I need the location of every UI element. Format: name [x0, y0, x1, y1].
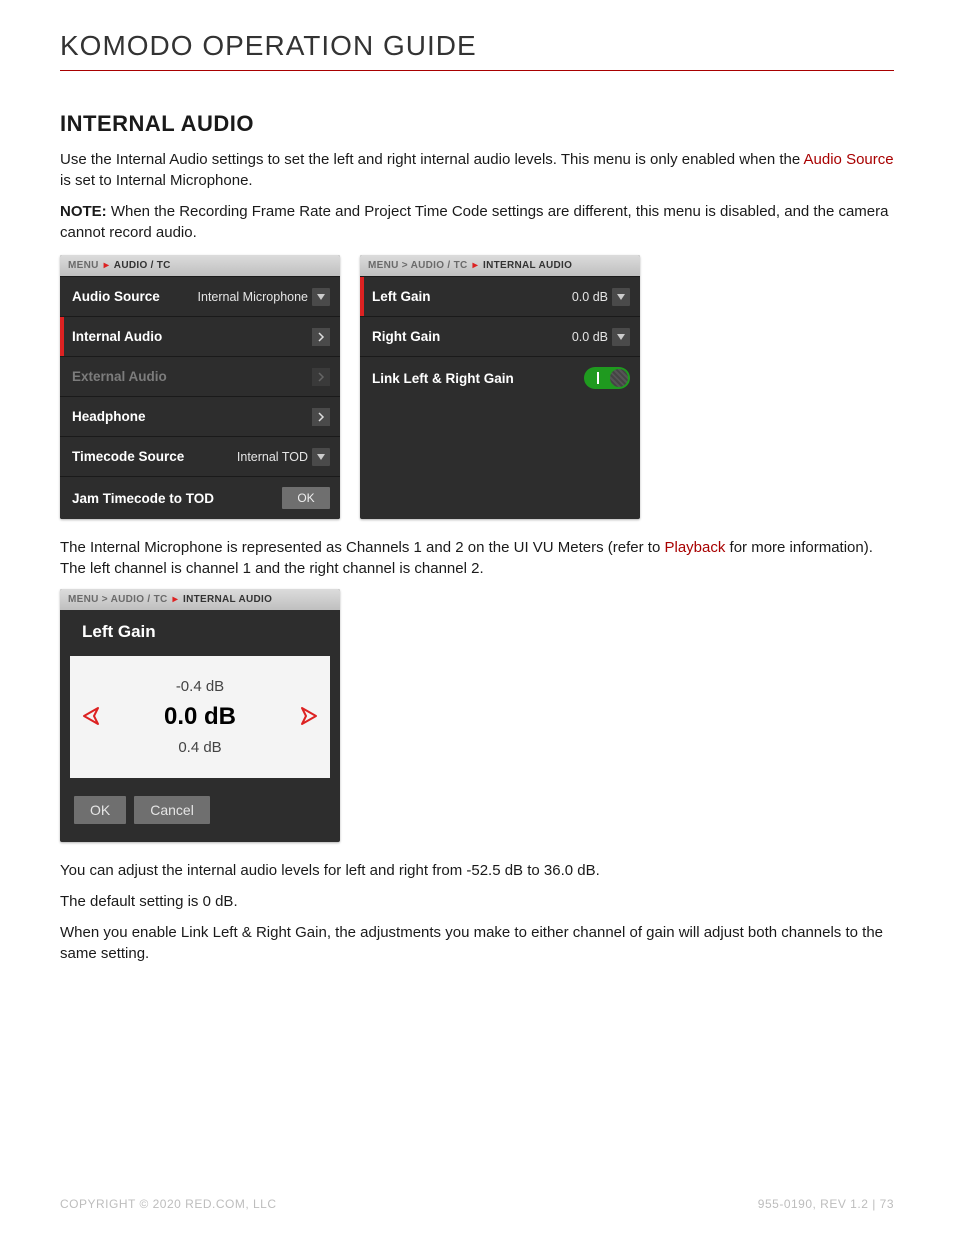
row-label: Audio Source: [72, 289, 160, 304]
link-gain-row[interactable]: Link Left & Right Gain: [360, 356, 640, 399]
ok-button[interactable]: OK: [282, 487, 330, 509]
spinner-values: -0.4 dB 0.0 dB 0.4 dB: [102, 674, 298, 760]
internal-audio-row[interactable]: Internal Audio: [60, 316, 340, 356]
headphone-row[interactable]: Headphone: [60, 396, 340, 436]
row-value: Internal TOD: [237, 448, 330, 466]
row-label: Jam Timecode to TOD: [72, 491, 214, 506]
value-text: Internal TOD: [237, 450, 308, 464]
value-text: 0.0 dB: [572, 290, 608, 304]
internal-audio-panel: MENU > AUDIO / TC ▸ INTERNAL AUDIO Left …: [360, 255, 640, 519]
header-rule: [60, 70, 894, 71]
breadcrumb: MENU > AUDIO / TC ▸ INTERNAL AUDIO: [360, 255, 640, 276]
row-value: 0.0 dB: [572, 328, 630, 346]
row-value: Internal Microphone: [198, 288, 330, 306]
tail-p1: You can adjust the internal audio levels…: [60, 860, 894, 881]
chevron-right-icon: [312, 368, 330, 386]
jam-timecode-row[interactable]: Jam Timecode to TOD OK: [60, 476, 340, 519]
crumb-mid: AUDIO / TC: [111, 594, 168, 605]
menu-panels-row: MENU ▸ AUDIO / TC Audio Source Internal …: [60, 255, 894, 519]
chevron-right-icon: ▸: [473, 260, 478, 271]
mid-paragraph: The Internal Microphone is represented a…: [60, 537, 894, 579]
footer-copyright: COPYRIGHT © 2020 RED.COM, LLC: [60, 1197, 277, 1211]
intro-text-a: Use the Internal Audio settings to set t…: [60, 151, 804, 168]
chevron-right-icon[interactable]: [312, 328, 330, 346]
left-gain-row[interactable]: Left Gain 0.0 dB: [360, 276, 640, 316]
page-footer: COPYRIGHT © 2020 RED.COM, LLC 955-0190, …: [60, 1197, 894, 1211]
gain-spinner: -0.4 dB 0.0 dB 0.4 dB: [70, 656, 330, 778]
dropdown-icon[interactable]: [612, 288, 630, 306]
prev-value: -0.4 dB: [102, 678, 298, 695]
breadcrumb: MENU ▸ AUDIO / TC: [60, 255, 340, 276]
breadcrumb: MENU > AUDIO / TC ▸ INTERNAL AUDIO: [60, 589, 340, 610]
external-audio-row: External Audio: [60, 356, 340, 396]
ok-button[interactable]: OK: [74, 796, 126, 824]
next-value: 0.4 dB: [102, 739, 298, 756]
gain-dialog-actions: OK Cancel: [60, 786, 340, 842]
row-label: Internal Audio: [72, 329, 162, 344]
audio-source-row[interactable]: Audio Source Internal Microphone: [60, 276, 340, 316]
value-text: 0.0 dB: [572, 330, 608, 344]
section-heading: INTERNAL AUDIO: [60, 111, 894, 137]
playback-link[interactable]: Playback: [664, 539, 725, 556]
page-title: KOMODO OPERATION GUIDE: [60, 30, 894, 62]
audio-tc-panel: MENU ▸ AUDIO / TC Audio Source Internal …: [60, 255, 340, 519]
right-gain-row[interactable]: Right Gain 0.0 dB: [360, 316, 640, 356]
dropdown-icon[interactable]: [612, 328, 630, 346]
tail-p3: When you enable Link Left & Right Gain, …: [60, 922, 894, 964]
value-text: Internal Microphone: [198, 290, 308, 304]
sep-text: >: [402, 260, 411, 271]
note-text: When the Recording Frame Rate and Projec…: [60, 203, 888, 241]
footer-page-info: 955-0190, REV 1.2 | 73: [758, 1197, 894, 1211]
gain-dialog-title: Left Gain: [60, 610, 340, 648]
cancel-button[interactable]: Cancel: [134, 796, 210, 824]
dropdown-icon[interactable]: [312, 448, 330, 466]
tail-p2: The default setting is 0 dB.: [60, 891, 894, 912]
note-label: NOTE:: [60, 203, 107, 220]
row-value: 0.0 dB: [572, 288, 630, 306]
note-paragraph: NOTE: When the Recording Frame Rate and …: [60, 201, 894, 243]
dropdown-icon[interactable]: [312, 288, 330, 306]
crumb-leaf: AUDIO / TC: [114, 260, 171, 271]
decrease-arrow-icon[interactable]: [80, 705, 102, 730]
row-label: Left Gain: [372, 289, 431, 304]
increase-arrow-icon[interactable]: [298, 705, 320, 730]
link-gain-toggle[interactable]: [584, 367, 630, 389]
row-label: Right Gain: [372, 329, 440, 344]
crumb-root: MENU: [368, 260, 399, 271]
crumb-root: MENU: [68, 594, 99, 605]
row-label: Timecode Source: [72, 449, 184, 464]
timecode-source-row[interactable]: Timecode Source Internal TOD: [60, 436, 340, 476]
crumb-leaf: INTERNAL AUDIO: [483, 260, 572, 271]
current-value: 0.0 dB: [102, 703, 298, 731]
left-gain-dialog: MENU > AUDIO / TC ▸ INTERNAL AUDIO Left …: [60, 589, 340, 842]
intro-text-b: is set to Internal Microphone.: [60, 172, 253, 189]
crumb-leaf: INTERNAL AUDIO: [183, 594, 272, 605]
sep-text: >: [102, 594, 111, 605]
chevron-right-icon[interactable]: [312, 408, 330, 426]
chevron-right-icon: ▸: [173, 594, 178, 605]
audio-source-link[interactable]: Audio Source: [804, 151, 894, 168]
mid-text-a: The Internal Microphone is represented a…: [60, 539, 664, 556]
crumb-root: MENU: [68, 260, 99, 271]
chevron-right-icon: ▸: [104, 260, 109, 271]
row-label: Headphone: [72, 409, 146, 424]
intro-paragraph: Use the Internal Audio settings to set t…: [60, 149, 894, 191]
row-label: External Audio: [72, 369, 167, 384]
row-label: Link Left & Right Gain: [372, 371, 514, 386]
crumb-mid: AUDIO / TC: [411, 260, 468, 271]
